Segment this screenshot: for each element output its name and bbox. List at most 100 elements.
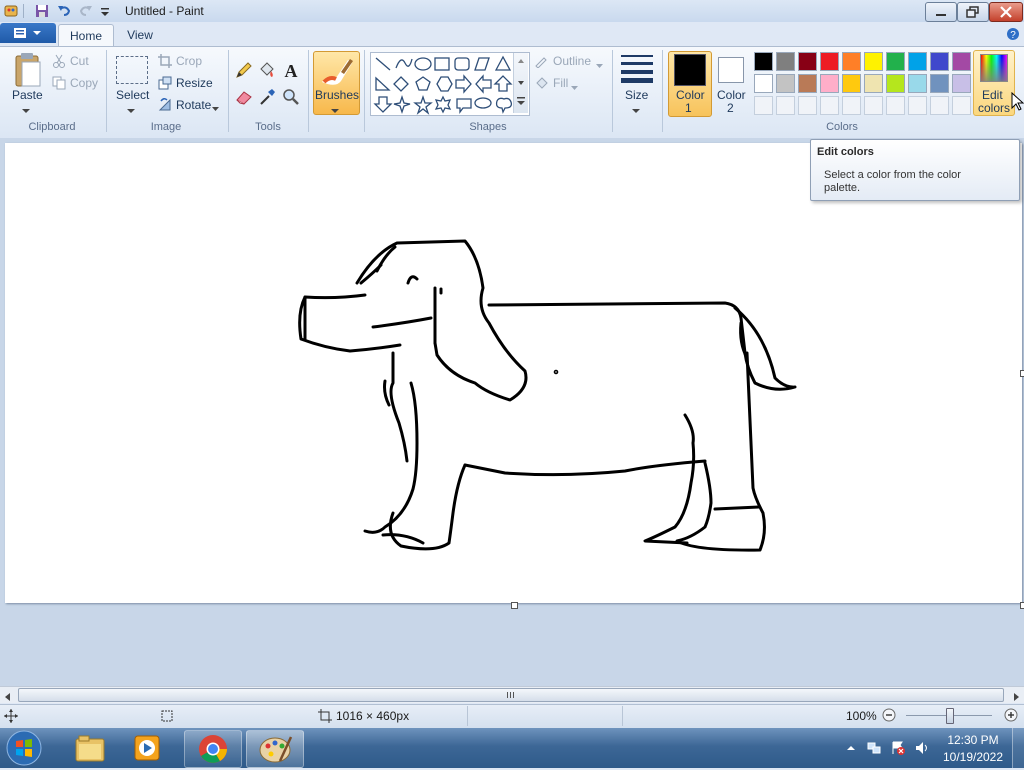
fill-tool-icon[interactable] xyxy=(257,60,277,80)
selection-size-icon xyxy=(160,709,174,723)
palette-swatch[interactable] xyxy=(908,74,927,93)
zoom-in-icon[interactable] xyxy=(1004,708,1018,722)
palette-swatch[interactable] xyxy=(908,52,927,71)
palette-swatch[interactable] xyxy=(798,52,817,71)
shapes-gallery[interactable] xyxy=(370,52,530,116)
size-button[interactable]: Size xyxy=(625,88,648,102)
clock-time[interactable]: 12:30 PM xyxy=(944,733,1002,747)
clock-date[interactable]: 10/19/2022 xyxy=(940,750,1006,764)
resize-button[interactable]: Resize xyxy=(176,76,213,90)
action-center-icon[interactable] xyxy=(890,740,906,756)
size-dropdown-icon[interactable] xyxy=(632,104,640,113)
paint-app-icon[interactable] xyxy=(3,3,19,19)
chrome-taskbar-icon[interactable] xyxy=(184,730,242,768)
scroll-left-icon[interactable] xyxy=(4,690,12,701)
palette-swatch[interactable] xyxy=(930,52,949,71)
line-shape-icon xyxy=(375,57,391,71)
rotate-icon[interactable] xyxy=(158,97,172,111)
drawing-canvas[interactable] xyxy=(5,143,1022,603)
size-icon[interactable] xyxy=(620,53,654,83)
palette-swatch[interactable] xyxy=(952,74,971,93)
custom-color-slot[interactable] xyxy=(908,96,927,115)
paste-button[interactable]: Paste xyxy=(12,88,43,102)
color2-label[interactable]: Color xyxy=(717,88,746,102)
paint-taskbar-icon[interactable] xyxy=(246,730,304,768)
paste-icon[interactable] xyxy=(10,52,44,92)
palette-swatch[interactable] xyxy=(930,74,949,93)
select-button[interactable]: Select xyxy=(116,88,149,102)
palette-swatch[interactable] xyxy=(952,52,971,71)
custom-color-slot[interactable] xyxy=(798,96,817,115)
minimize-button[interactable] xyxy=(925,2,957,22)
color-picker-tool-icon[interactable] xyxy=(257,87,277,107)
color2-swatch[interactable] xyxy=(718,57,744,83)
palette-swatch[interactable] xyxy=(820,74,839,93)
network-icon[interactable] xyxy=(866,740,882,756)
ribbon-separator xyxy=(662,50,663,132)
start-button[interactable] xyxy=(4,729,44,767)
ribbon-separator xyxy=(612,50,613,132)
ribbon-separator xyxy=(228,50,229,132)
custom-color-slot[interactable] xyxy=(952,96,971,115)
copy-button: Copy xyxy=(70,76,99,90)
custom-color-slot[interactable] xyxy=(842,96,861,115)
custom-color-slot[interactable] xyxy=(776,96,795,115)
palette-swatch[interactable] xyxy=(842,52,861,71)
palette-swatch[interactable] xyxy=(864,74,883,93)
palette-swatch[interactable] xyxy=(886,74,905,93)
tab-home[interactable]: Home xyxy=(58,24,114,47)
save-icon[interactable] xyxy=(34,3,50,19)
select-dropdown-icon[interactable] xyxy=(127,104,135,113)
show-desktop-button[interactable] xyxy=(1012,728,1024,768)
custom-color-slot[interactable] xyxy=(864,96,883,115)
palette-swatch[interactable] xyxy=(842,74,861,93)
file-explorer-taskbar-icon[interactable] xyxy=(70,731,108,765)
resize-icon[interactable] xyxy=(158,76,172,90)
media-player-taskbar-icon[interactable] xyxy=(128,731,166,765)
magnifier-tool-icon[interactable] xyxy=(281,87,301,107)
brushes-dropdown-icon[interactable] xyxy=(331,104,339,113)
rotate-dropdown-icon[interactable] xyxy=(212,102,220,111)
undo-icon[interactable] xyxy=(56,3,72,19)
customize-qa-dropdown-icon[interactable] xyxy=(99,3,115,19)
pencil-tool-icon[interactable] xyxy=(234,60,254,80)
restore-button[interactable] xyxy=(957,2,989,22)
tools-group-label: Tools xyxy=(255,121,281,133)
custom-color-slot[interactable] xyxy=(820,96,839,115)
shapes-group-label: Shapes xyxy=(469,121,507,133)
scroll-right-icon[interactable] xyxy=(1012,690,1020,701)
shapes-gallery-scroll[interactable] xyxy=(513,53,528,113)
volume-icon[interactable] xyxy=(914,740,930,756)
tab-view[interactable]: View xyxy=(116,24,164,46)
five-point-star-shape-icon xyxy=(413,94,433,115)
select-icon[interactable] xyxy=(116,56,148,84)
palette-swatch[interactable] xyxy=(754,52,773,71)
custom-color-slot[interactable] xyxy=(930,96,949,115)
paint-menu-button[interactable] xyxy=(0,23,56,43)
eraser-tool-icon[interactable] xyxy=(234,87,254,107)
help-icon[interactable]: ? xyxy=(1006,27,1020,41)
palette-swatch[interactable] xyxy=(798,74,817,93)
close-button[interactable] xyxy=(989,2,1023,22)
canvas-resize-handle-bottom[interactable] xyxy=(511,602,518,609)
rotate-button[interactable]: Rotate xyxy=(176,98,211,112)
palette-swatch[interactable] xyxy=(776,74,795,93)
copy-icon xyxy=(52,76,66,90)
text-tool-icon[interactable]: A xyxy=(281,60,301,81)
canvas-resize-handle-corner[interactable] xyxy=(1020,602,1024,609)
palette-swatch[interactable] xyxy=(886,52,905,71)
paste-dropdown-icon[interactable] xyxy=(22,104,30,113)
custom-color-slot[interactable] xyxy=(754,96,773,115)
palette-swatch[interactable] xyxy=(864,52,883,71)
palette-swatch[interactable] xyxy=(820,52,839,71)
zoom-slider-thumb[interactable] xyxy=(946,708,954,724)
edit-colors-icon xyxy=(980,54,1008,82)
palette-swatch[interactable] xyxy=(776,52,795,71)
canvas-resize-handle-right[interactable] xyxy=(1020,370,1024,377)
custom-color-slot[interactable] xyxy=(886,96,905,115)
horizontal-scroll-thumb[interactable] xyxy=(18,688,1004,702)
palette-swatch[interactable] xyxy=(754,74,773,93)
color1-swatch xyxy=(674,54,706,86)
show-hidden-icons-icon[interactable] xyxy=(846,742,856,752)
zoom-out-icon[interactable] xyxy=(882,708,896,722)
